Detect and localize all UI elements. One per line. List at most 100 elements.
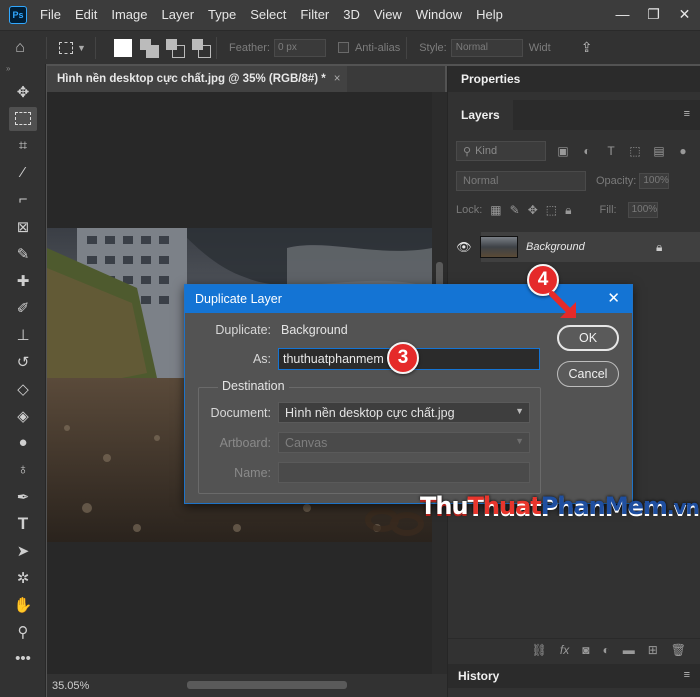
menu-help[interactable]: Help [469,0,510,30]
panel-menu-icon[interactable]: ≡ [684,108,690,120]
layer-row[interactable]: 👁︎ Background 🔒︎ [448,232,700,262]
menu-file[interactable]: File [33,0,68,30]
panel-menu-icon[interactable]: ≡ [684,669,690,681]
tool-preset-picker[interactable]: ▼ [59,40,89,56]
selection-mode-group [114,38,211,58]
crop-tool[interactable]: ⌐ [0,186,46,213]
as-label: As: [252,352,271,366]
shape-icon: ✲ [16,569,30,587]
close-icon[interactable]: ✕ [607,289,620,307]
adjustment-layer-icon[interactable]: ◐ [602,643,609,657]
opacity-input[interactable]: 100% [639,173,670,189]
magnifier-icon: ⚲ [17,623,29,641]
style-select[interactable]: Normal [450,38,523,57]
hand-tool[interactable]: ✋ [0,591,46,618]
layer-name: Background [526,241,585,253]
name-input[interactable] [278,462,530,483]
intersect-selection-icon[interactable] [192,38,211,58]
add-mask-icon[interactable]: ◙ [582,643,589,657]
pen-icon: ✒ [16,488,30,506]
home-icon[interactable]: ⌂ [0,39,40,57]
document-select[interactable]: Hình nền desktop cực chất.jpg ▼ [278,402,530,423]
link-layers-icon[interactable]: ⛓ [532,643,547,657]
ok-button[interactable]: OK [557,325,619,351]
destination-legend: Destination [218,379,289,393]
trash-icon[interactable]: 🗑︎ [671,643,686,657]
eraser-tool[interactable]: ◇ [0,375,46,402]
menu-filter[interactable]: Filter [293,0,336,30]
menu-3d[interactable]: 3D [336,0,367,30]
properties-panel-header[interactable]: Properties [448,66,700,92]
shape-filter-icon[interactable]: ⬚ [628,144,642,158]
menu-edit[interactable]: Edit [68,0,104,30]
adjustment-filter-icon[interactable]: ◐ [580,144,594,158]
menu-type[interactable]: Type [201,0,243,30]
zoom-level[interactable]: 35.05% [52,680,89,692]
blur-tool[interactable]: ● [0,429,46,456]
subtract-from-selection-icon[interactable] [166,38,185,58]
dodge-tool[interactable]: ♁ [0,456,46,483]
history-title: History [458,669,500,683]
feather-label: Feather: [229,41,270,54]
more-tools[interactable]: ••• [0,645,46,672]
marquee-tool[interactable] [0,105,46,132]
restore-button[interactable]: ❐ [638,0,669,30]
path-selection-tool[interactable]: ➤ [0,537,46,564]
panel-grip-icon[interactable]: » [0,64,45,78]
minimize-button[interactable]: — [607,0,638,30]
menu-select[interactable]: Select [243,0,293,30]
clone-stamp-tool[interactable]: ⊥ [0,321,46,348]
smart-object-filter-icon[interactable]: ▤ [652,144,666,158]
blend-mode-select[interactable]: Normal [456,171,586,191]
share-icon[interactable]: ⇪ [581,39,593,56]
lasso-tool[interactable]: ⌗ [0,132,46,159]
eyedropper-tool[interactable]: ✎ [0,240,46,267]
eye-icon[interactable]: 👁︎ [448,240,480,254]
document-tab[interactable]: Hình nền desktop cực chất.jpg @ 35% (RGB… [47,66,347,92]
type-tool[interactable]: T [0,510,46,537]
lock-artboard-icon[interactable]: ⬚ [546,203,557,217]
chevron-down-icon: ▼ [515,436,524,446]
menu-image[interactable]: Image [104,0,154,30]
new-selection-icon[interactable] [114,38,132,57]
pen-tool[interactable]: ✒ [0,483,46,510]
droplet-icon: ● [18,434,28,451]
healing-brush-tool[interactable]: ✚ [0,267,46,294]
move-tool[interactable]: ✥ [0,78,46,105]
add-to-selection-icon[interactable] [140,38,159,58]
horizontal-scroll-thumb[interactable] [187,681,347,689]
type-filter-icon[interactable]: T [604,144,618,158]
pixel-filter-icon[interactable]: ▣ [556,144,570,158]
lock-transparency-icon[interactable]: ▦ [490,203,501,217]
close-window-button[interactable]: ✕ [669,0,700,30]
menu-window[interactable]: Window [409,0,469,30]
lock-pixels-icon[interactable]: ✎ [510,203,520,217]
brush-tool[interactable]: ✐ [0,294,46,321]
magic-wand-tool[interactable]: ⁄ [0,159,46,186]
artboard-select[interactable]: Canvas ▼ [278,432,530,453]
width-label: Widt [528,41,551,54]
zoom-tool[interactable]: ⚲ [0,618,46,645]
custom-shape-tool[interactable]: ✲ [0,564,46,591]
new-layer-icon[interactable]: ⊞ [648,643,658,657]
menu-layer[interactable]: Layer [155,0,202,30]
chevron-down-icon: ▼ [77,42,86,53]
fx-icon[interactable]: fx [560,643,569,657]
filter-toggle-icon[interactable]: ● [676,144,690,158]
folder-icon[interactable]: ▬ [623,643,635,657]
history-brush-tool[interactable]: ↺ [0,348,46,375]
dodge-icon: ♁ [17,461,29,478]
tab-layers[interactable]: Layers [448,100,513,130]
kind-filter-select[interactable]: ⚲ Kind [456,141,546,161]
lock-position-icon[interactable]: ✥ [528,203,538,217]
lock-all-icon[interactable]: 🔒︎ [565,203,571,218]
cancel-button[interactable]: Cancel [557,361,619,387]
frame-tool[interactable]: ⊠ [0,213,46,240]
antialias-checkbox[interactable] [337,42,349,53]
fill-input[interactable]: 100% [627,202,658,218]
menu-view[interactable]: View [367,0,409,30]
close-tab-icon[interactable]: × [334,73,341,85]
paint-bucket-tool[interactable]: ◈ [0,402,46,429]
feather-input[interactable]: 0 px [273,38,326,57]
history-panel-header[interactable]: History ≡ [448,664,700,688]
